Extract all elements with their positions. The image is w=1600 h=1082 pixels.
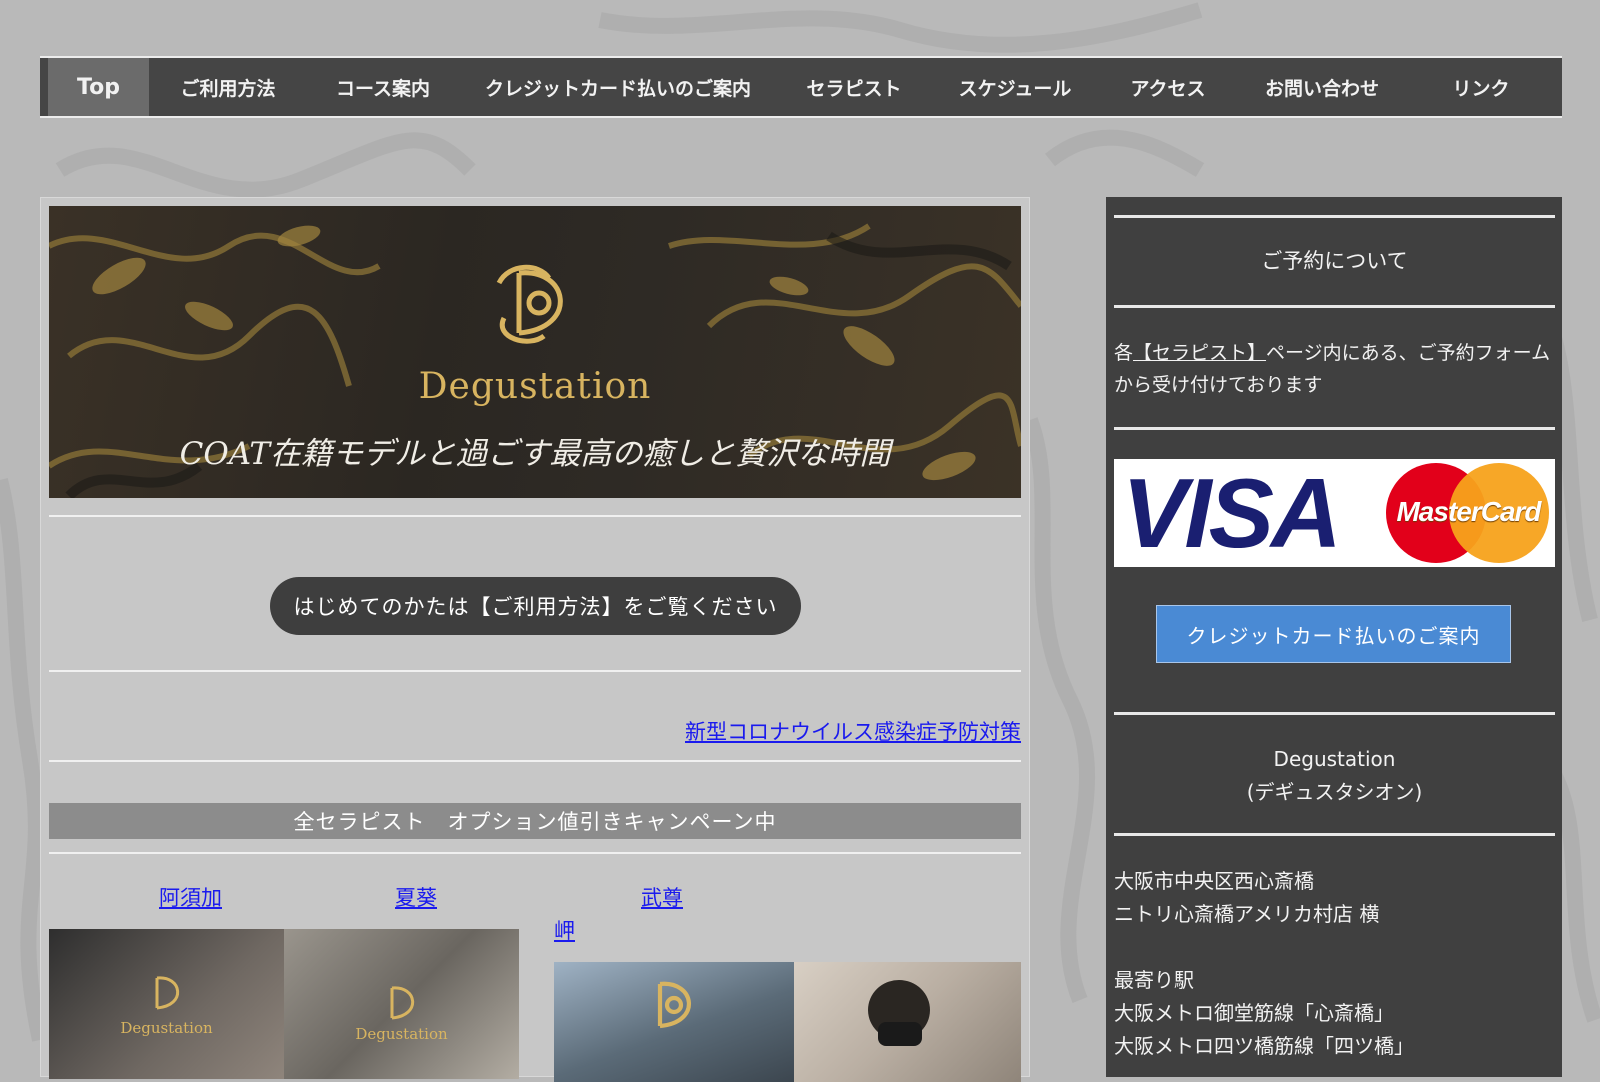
station-line: 大阪メトロ四ツ橋筋線「四ツ橋」 [1114, 1034, 1414, 1058]
covid-measures-link[interactable]: 新型コロナウイルス感染症予防対策 [685, 716, 1021, 746]
shop-address: 大阪市中央区西心斎橋 ニトリ心斎橋アメリカ村店 横 最寄り駅 大阪メトロ御堂筋線… [1114, 865, 1555, 1063]
therapist-link-natsuki[interactable]: 夏葵 [395, 882, 437, 912]
mastercard-label: MasterCard [1396, 496, 1541, 527]
address-line: ニトリ心斎橋アメリカ村店 横 [1114, 902, 1380, 926]
hero-tagline: COAT在籍モデルと過ごす最高の癒しと贅沢な時間 [179, 436, 891, 472]
address-spacer [1114, 931, 1555, 964]
face-mask-shape [878, 1022, 922, 1046]
nav-item-credit-card[interactable]: クレジットカード払いのご案内 [459, 58, 777, 116]
nav-item-access[interactable]: アクセス [1099, 58, 1237, 116]
nav-item-contact[interactable]: お問い合わせ [1237, 58, 1407, 116]
station-label: 最寄り駅 [1114, 968, 1194, 992]
photo-watermark: Degustation [120, 1019, 213, 1037]
nav-item-courses[interactable]: コース案内 [307, 58, 459, 116]
sidebar-divider [1114, 833, 1555, 836]
divider [49, 852, 1021, 854]
nav-item-links[interactable]: リンク [1407, 58, 1555, 116]
campaign-banner: 全セラピスト オプション値引きキャンペーン中 [49, 803, 1021, 839]
nav-item-therapists[interactable]: セラピスト [777, 58, 931, 116]
station-line: 大阪メトロ御堂筋線「心斎橋」 [1114, 1001, 1394, 1025]
brand-logo-icon [155, 976, 179, 1010]
brand-logo-icon [390, 986, 414, 1020]
credit-card-guide-button[interactable]: クレジットカード払いのご案内 [1156, 605, 1511, 663]
sidebar-divider [1114, 215, 1555, 218]
brand-logo-icon [657, 981, 691, 1029]
sidebar: ご予約について 各【セラピスト】ページ内にある、ご予約フォームから受け付けており… [1106, 197, 1562, 1077]
hero-banner: Degustation COAT在籍モデルと過ごす最高の癒しと贅沢な時間 [49, 206, 1021, 498]
sidebar-divider [1114, 427, 1555, 430]
therapist-photo[interactable] [554, 962, 794, 1082]
divider [49, 670, 1021, 672]
reservation-title: ご予約について [1261, 249, 1408, 273]
first-time-guide-button[interactable]: はじめてのかたは【ご利用方法】をご覧ください [270, 577, 801, 635]
brand-name: Degustation [418, 366, 652, 407]
main-content: Degustation COAT在籍モデルと過ごす最高の癒しと贅沢な時間 はじめ… [40, 197, 1030, 1082]
address-line: 大阪市中央区西心斎橋 [1114, 869, 1314, 893]
shop-name: Degustation [1273, 747, 1396, 771]
mastercard-logo: MasterCard [1386, 463, 1551, 563]
therapist-photo[interactable]: Degustation [49, 929, 284, 1079]
nav-item-usage[interactable]: ご利用方法 [149, 58, 307, 116]
reservation-info: 各【セラピスト】ページ内にある、ご予約フォームから受け付けております [1114, 337, 1555, 401]
therapist-page-link[interactable]: 【セラピスト】 [1133, 342, 1266, 364]
nav-item-top[interactable]: Top [48, 58, 149, 116]
sidebar-divider [1114, 305, 1555, 308]
divider [49, 515, 1021, 517]
reservation-prefix: 各 [1114, 342, 1134, 364]
therapist-link-misaki[interactable]: 岬 [554, 915, 575, 945]
sidebar-divider [1114, 712, 1555, 715]
brand-logo-icon [496, 264, 563, 344]
therapist-link-asuka[interactable]: 阿須加 [159, 882, 222, 912]
card-brands-image: VISA MasterCard [1114, 459, 1555, 567]
therapist-link-takeru[interactable]: 武尊 [641, 882, 683, 912]
visa-logo: VISA [1122, 459, 1342, 567]
therapist-photo[interactable] [794, 962, 1021, 1082]
photo-watermark: Degustation [355, 1025, 448, 1043]
global-nav: Top ご利用方法 コース案内 クレジットカード払いのご案内 セラピスト スケジ… [40, 56, 1562, 118]
nav-item-schedule[interactable]: スケジュール [931, 58, 1099, 116]
divider [49, 760, 1021, 762]
therapist-photo[interactable]: Degustation [284, 929, 519, 1079]
shop-name-block: Degustation (デギュスタシオン) [1114, 743, 1555, 809]
shop-name-kana: (デギュスタシオン) [1246, 780, 1423, 804]
